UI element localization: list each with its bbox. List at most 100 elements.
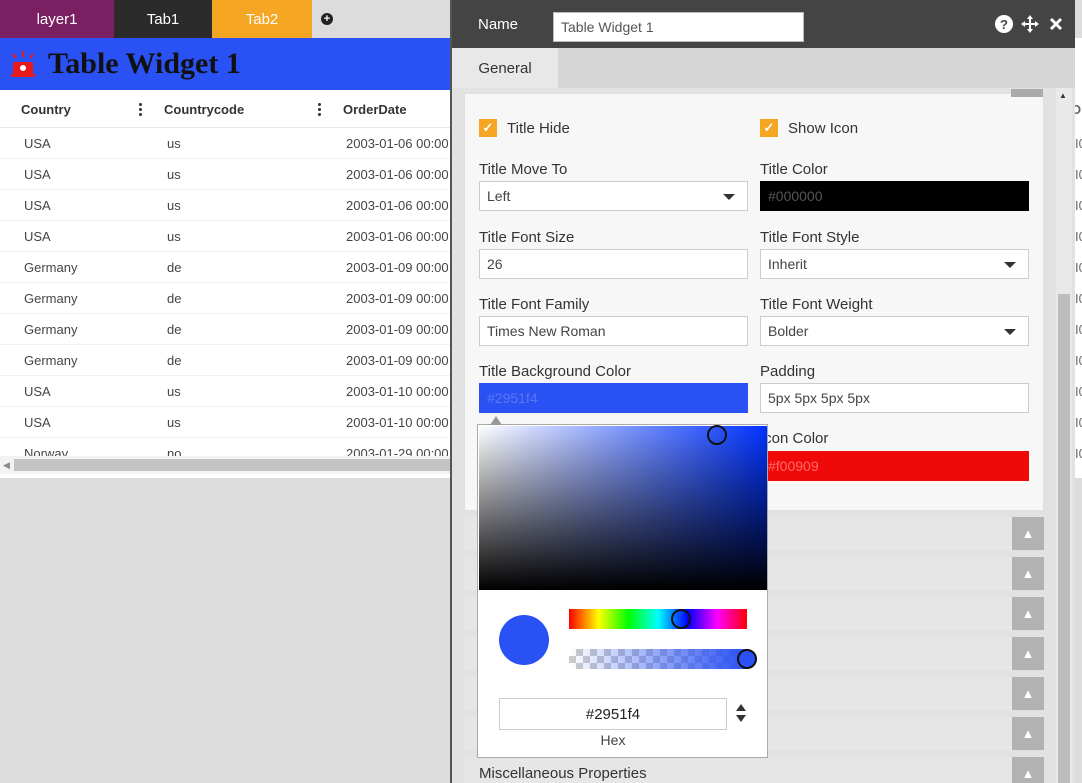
padding-label: Padding	[760, 363, 816, 380]
column-header-countrycode[interactable]: Countrycode	[164, 90, 244, 128]
add-tab-button[interactable]: +	[312, 0, 342, 38]
data-grid: Country Countrycode OrderDate USA us 2003-…	[0, 90, 460, 460]
title-font-size-input[interactable]: 26	[479, 249, 748, 279]
horizontal-scrollbar[interactable]: ◀	[0, 456, 460, 474]
title-font-weight-select[interactable]: Bolder	[760, 316, 1029, 346]
column-header-orderdate[interactable]: OrderDate	[343, 90, 407, 128]
title-color-value: #000000	[768, 188, 823, 204]
table-row[interactable]: USA us 2003-01-06 00:00	[0, 128, 460, 159]
title-font-weight-label: Title Font Weight	[760, 296, 873, 313]
countrycode-cell: us	[167, 167, 181, 182]
table-row[interactable]: Germany de 2003-01-09 00:00	[0, 314, 460, 345]
scrollbar-thumb[interactable]	[1058, 294, 1070, 783]
title-move-to-label: Title Move To	[479, 161, 568, 178]
layer-tab-bar: layer1 Tab1 Tab2 +	[0, 0, 342, 38]
show-icon-checkbox[interactable]: ✓ Show Icon	[760, 119, 858, 137]
country-cell: Germany	[24, 260, 78, 275]
chevron-up-icon[interactable]: ▲	[1012, 637, 1044, 670]
country-cell: Germany	[24, 353, 78, 368]
column-menu-icon[interactable]	[139, 103, 143, 117]
table-row[interactable]: USA us 2003-01-10 00:00	[0, 407, 460, 438]
tab-tab2[interactable]: Tab2	[212, 0, 312, 38]
help-icon[interactable]: ?	[995, 15, 1013, 33]
saturation-area[interactable]	[479, 426, 767, 590]
vertical-scrollbar[interactable]: ▲	[1056, 88, 1072, 783]
chevron-up-icon[interactable]: ▲	[1012, 677, 1044, 710]
overflow-cell: I0	[1075, 229, 1082, 244]
countrycode-cell: us	[167, 384, 181, 399]
move-icon[interactable]	[1021, 15, 1039, 33]
hex-label: Hex	[600, 732, 626, 748]
title-font-size-label: Title Font Size	[479, 229, 575, 246]
color-picker: #2951f4 Hex	[477, 416, 768, 758]
title-font-style-value: Inherit	[768, 256, 807, 272]
title-color-input[interactable]: #000000	[760, 181, 1029, 211]
title-move-to-value: Left	[487, 188, 511, 204]
tab-general[interactable]: General	[452, 48, 558, 88]
table-row[interactable]: USA us 2003-01-06 00:00	[0, 190, 460, 221]
icon-color-input[interactable]: #f00909	[760, 451, 1029, 481]
country-cell: USA	[24, 198, 51, 213]
scrollbar-thumb[interactable]	[14, 459, 460, 471]
table-row[interactable]: USA us 2003-01-10 00:00	[0, 376, 460, 407]
picker-pointer	[490, 416, 502, 425]
overflow-cell: I0	[1075, 136, 1082, 151]
alpha-slider[interactable]	[569, 649, 747, 669]
overflow-cell: I0	[1075, 353, 1082, 368]
orderdate-cell: 2003-01-09 00:00	[346, 353, 449, 368]
padding-input[interactable]: 5px 5px 5px 5px	[760, 383, 1029, 413]
format-toggle-icon[interactable]	[735, 703, 747, 727]
country-cell: Germany	[24, 322, 78, 337]
table-row[interactable]: Germany de 2003-01-09 00:00	[0, 345, 460, 376]
name-input[interactable]	[553, 12, 804, 42]
title-move-to-select[interactable]: Left	[479, 181, 748, 211]
country-cell: USA	[24, 415, 51, 430]
saturation-handle[interactable]	[707, 425, 727, 445]
chevron-up-icon[interactable]: ▲	[1012, 557, 1044, 590]
title-font-weight-value: Bolder	[768, 323, 809, 339]
orderdate-cell: 2003-01-06 00:00	[346, 136, 449, 151]
title-font-family-input[interactable]: Times New Roman	[479, 316, 748, 346]
collapse-button[interactable]	[1011, 89, 1043, 97]
chevron-up-icon[interactable]: ▲	[1012, 517, 1044, 550]
column-header-country[interactable]: Country	[21, 90, 71, 128]
title-background-color-value: #2951f4	[487, 390, 538, 406]
table-row[interactable]: Germany de 2003-01-09 00:00	[0, 252, 460, 283]
countrycode-cell: de	[167, 260, 182, 275]
chevron-down-icon	[723, 194, 735, 200]
alpha-handle[interactable]	[737, 649, 757, 669]
tab-tab1[interactable]: Tab1	[114, 0, 212, 38]
column-menu-icon[interactable]	[318, 103, 322, 117]
miscellaneous-properties-label: Miscellaneous Properties	[479, 765, 647, 782]
hue-handle[interactable]	[671, 609, 691, 629]
chevron-up-icon[interactable]: ▲	[1012, 757, 1044, 783]
countrycode-cell: us	[167, 198, 181, 213]
hue-slider[interactable]	[569, 609, 747, 629]
overflow-cell: I0	[1075, 167, 1082, 182]
table-row[interactable]: USA us 2003-01-06 00:00	[0, 221, 460, 252]
title-font-family-label: Title Font Family	[479, 296, 590, 313]
orderdate-cell: 2003-01-09 00:00	[346, 291, 449, 306]
miscellaneous-properties-section[interactable]: Miscellaneous Properties ▲	[464, 757, 1044, 783]
countrycode-cell: us	[167, 229, 181, 244]
tab-layer1[interactable]: layer1	[0, 0, 114, 38]
grid-header: Country Countrycode OrderDate	[0, 90, 460, 128]
title-font-style-select[interactable]: Inherit	[760, 249, 1029, 279]
title-hide-checkbox[interactable]: ✓ Title Hide	[479, 119, 570, 137]
siren-icon	[8, 49, 38, 79]
scroll-up-icon[interactable]: ▲	[1059, 91, 1067, 100]
title-background-color-input[interactable]: #2951f4	[479, 383, 748, 413]
country-cell: USA	[24, 229, 51, 244]
title-font-family-value: Times New Roman	[487, 323, 606, 339]
scroll-left-icon[interactable]: ◀	[3, 460, 10, 471]
orderdate-cell: 2003-01-10 00:00	[346, 415, 449, 430]
countrycode-cell: us	[167, 136, 181, 151]
close-icon[interactable]	[1047, 15, 1065, 33]
table-row[interactable]: USA us 2003-01-06 00:00	[0, 159, 460, 190]
plus-circle-icon: +	[321, 13, 333, 25]
table-row[interactable]: Germany de 2003-01-09 00:00	[0, 283, 460, 314]
hex-input[interactable]: #2951f4	[499, 698, 727, 730]
chevron-up-icon[interactable]: ▲	[1012, 717, 1044, 750]
chevron-up-icon[interactable]: ▲	[1012, 597, 1044, 630]
title-font-style-label: Title Font Style	[760, 229, 860, 246]
